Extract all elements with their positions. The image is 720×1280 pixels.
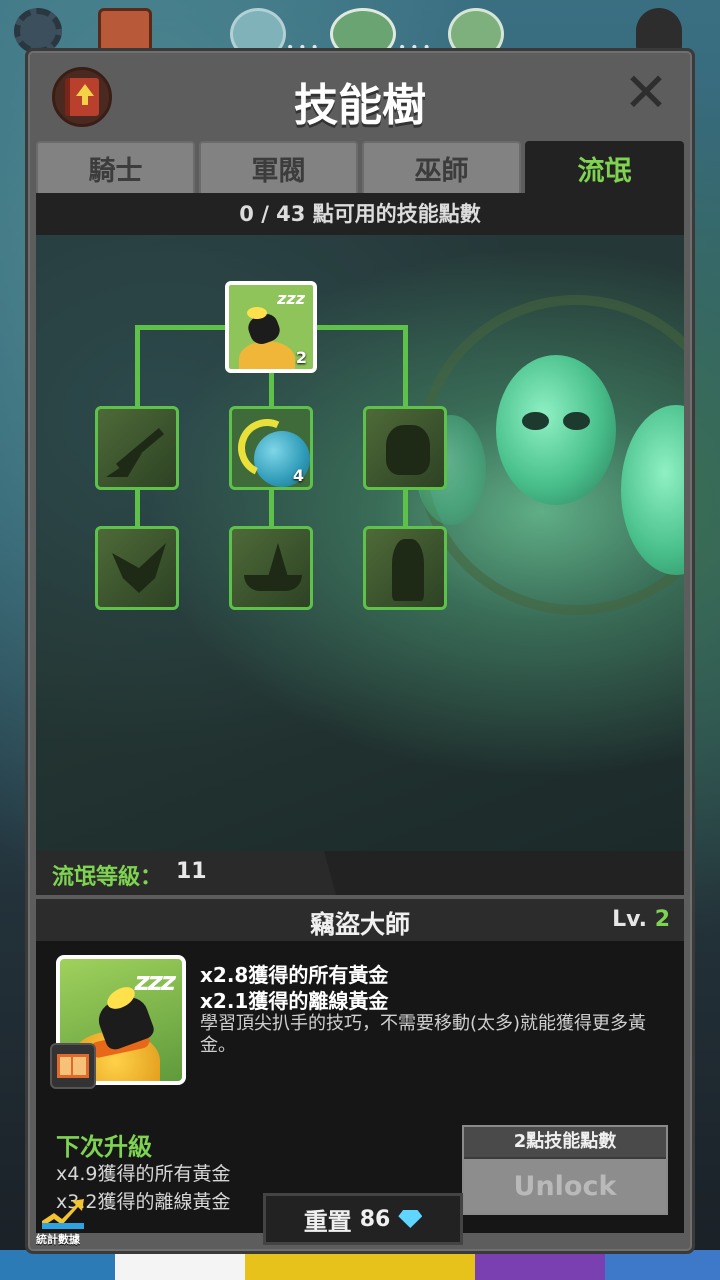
class-level-bar: 流氓等級： 11 xyxy=(36,851,684,895)
open-book-icon xyxy=(57,1054,89,1078)
gold-coins-icon xyxy=(239,341,295,369)
stats-button[interactable]: 統計數據 xyxy=(36,1197,96,1251)
skill-detail-body: zzz x2.8獲得的所有黃金 x2.1獲得的離線黃金 學習頂尖扒手的技巧，不需… xyxy=(36,941,684,1233)
stats-chart-icon xyxy=(42,1199,84,1229)
skill-effect-1: x2.8獲得的所有黃金 xyxy=(200,963,389,987)
unlock-cost: 2點技能點數 xyxy=(464,1127,666,1159)
close-button[interactable]: ✕ xyxy=(622,66,670,120)
panel-title: 技能樹 xyxy=(294,80,426,131)
thief-hair-icon xyxy=(247,307,267,319)
diamond-icon xyxy=(398,1210,423,1228)
tab-knight[interactable]: 騎士 xyxy=(36,141,195,193)
next-upgrade-effect-1: x4.9獲得的所有黃金 xyxy=(56,1163,231,1185)
panel-header: 技能樹 ✕ xyxy=(28,51,692,143)
unlock-button[interactable]: Unlock xyxy=(464,1159,666,1213)
skill-name: 竊盜大師 xyxy=(309,910,410,939)
ship-silhouette-icon xyxy=(244,575,302,591)
sword-silhouette-icon xyxy=(115,427,165,471)
tab-rogue[interactable]: 流氓 xyxy=(525,141,684,193)
available-points: 0 / 43 點可用的技能點數 xyxy=(36,193,684,235)
sail-silhouette-icon xyxy=(268,543,288,577)
tree-connector xyxy=(403,325,408,409)
zzz-icon: zzz xyxy=(134,967,176,997)
warrior-silhouette-icon xyxy=(392,539,424,601)
tree-connector xyxy=(269,485,274,529)
class-tabs: 騎士 軍閥 巫師 流氓 xyxy=(36,141,684,193)
skill-node-world[interactable]: 4 xyxy=(229,406,313,490)
reset-label: 重置 xyxy=(303,1207,352,1236)
goblin-silhouette-icon xyxy=(386,425,430,475)
mask-decoration xyxy=(496,355,616,505)
tree-connector xyxy=(135,325,140,409)
skill-node-warrior[interactable] xyxy=(363,526,447,610)
skill-detail-header: 竊盜大師 Lv. 2 xyxy=(36,899,684,941)
skill-level-badge: 4 xyxy=(292,466,304,485)
skill-node-blade[interactable] xyxy=(95,406,179,490)
class-level-label: 流氓等級： xyxy=(52,865,163,890)
class-level-value: 11 xyxy=(176,859,207,884)
bottom-menu-strip xyxy=(0,1250,720,1280)
zzz-icon: zzz xyxy=(277,289,305,308)
skill-effect-2: x2.1獲得的離線黃金 xyxy=(200,989,389,1013)
reset-cost: 86 xyxy=(359,1206,391,1232)
tree-connector xyxy=(135,485,140,529)
skill-level-value: 2 xyxy=(654,907,670,932)
skill-info-button[interactable] xyxy=(50,1043,96,1089)
tree-connector xyxy=(403,485,408,529)
tab-warlord[interactable]: 軍閥 xyxy=(199,141,358,193)
skill-tree-area: zzz 2 4 xyxy=(36,235,684,851)
stats-label: 統計數據 xyxy=(36,1233,80,1246)
skill-node-master-thief[interactable]: zzz 2 xyxy=(225,281,317,373)
fairy-silhouette-icon xyxy=(112,543,166,593)
skill-node-goblin[interactable] xyxy=(363,406,447,490)
unlock-panel: 2點技能點數 Unlock xyxy=(462,1125,668,1215)
skill-node-fairy[interactable] xyxy=(95,526,179,610)
tab-wizard[interactable]: 巫師 xyxy=(362,141,521,193)
skill-level-prefix: Lv. xyxy=(612,907,648,932)
skill-description: 學習頂尖扒手的技巧，不需要移動(太多)就能獲得更多黃金。 xyxy=(200,1013,647,1056)
reset-button[interactable]: 重置 86 xyxy=(263,1193,463,1245)
skill-level: Lv. 2 xyxy=(612,907,670,932)
skill-tree-panel: 技能樹 ✕ 騎士 軍閥 巫師 流氓 0 / 43 點可用的技能點數 zzz 2 xyxy=(25,48,695,1254)
skill-node-ship[interactable] xyxy=(229,526,313,610)
next-upgrade-title: 下次升級 xyxy=(56,1133,152,1161)
skill-level-badge: 2 xyxy=(295,348,307,367)
